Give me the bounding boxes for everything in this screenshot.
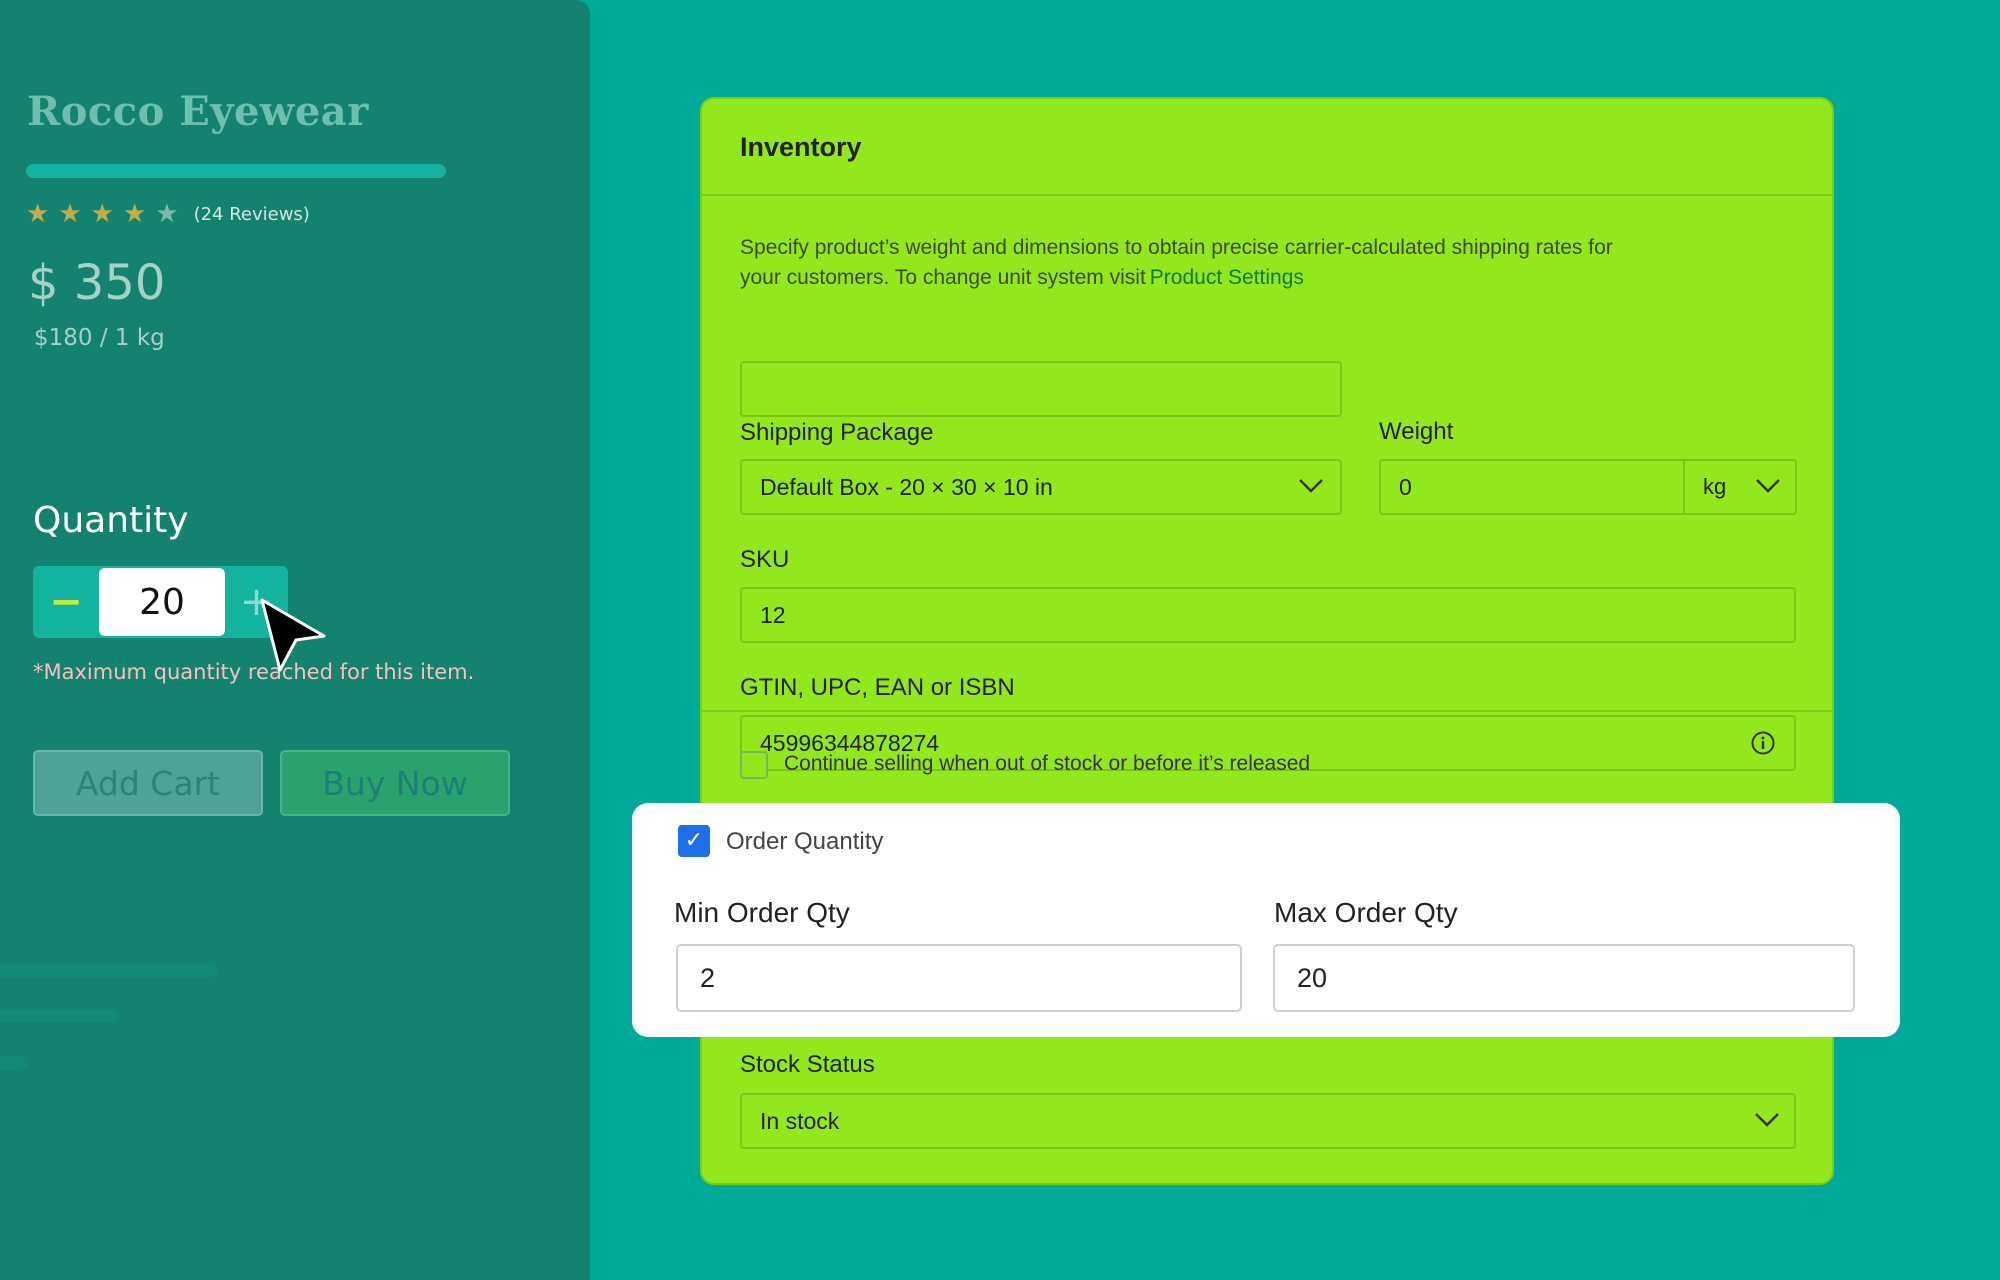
check-icon: ✓ xyxy=(684,828,704,853)
continue-selling-checkbox[interactable] xyxy=(740,751,768,779)
chevron-down-icon xyxy=(1299,479,1323,493)
order-quantity-panel: ✓ Order Quantity Min Order Qty 2 Max Ord… xyxy=(632,803,1900,1037)
continue-selling-label: Continue selling when out of stock or be… xyxy=(784,752,1311,775)
min-order-qty-input[interactable]: 2 xyxy=(676,944,1242,1012)
product-rating: ★ ★ ★ ★ ★ (24 Reviews) xyxy=(26,200,310,228)
divider xyxy=(702,194,1832,196)
max-quantity-message: *Maximum quantity reached for this item. xyxy=(33,660,475,684)
shipping-package-label: Shipping Package xyxy=(740,419,934,446)
sku-input[interactable]: 12 xyxy=(740,587,1796,643)
quantity-stepper: − 20 + xyxy=(33,566,288,638)
placeholder-line xyxy=(0,964,218,977)
placeholder-line xyxy=(0,1009,120,1022)
inventory-description: Specify product’s weight and dimensions … xyxy=(740,233,1640,293)
sku-label: SKU xyxy=(740,546,790,573)
shipping-package-value: Default Box - 20 × 30 × 10 in xyxy=(760,473,1053,500)
order-quantity-checkbox[interactable]: ✓ xyxy=(678,825,710,857)
chevron-down-icon xyxy=(1755,1113,1779,1127)
star-icon: ★ xyxy=(90,199,114,229)
placeholder-spacer xyxy=(740,361,1342,417)
quantity-input[interactable]: 20 xyxy=(99,568,225,636)
inventory-title: Inventory xyxy=(740,132,862,162)
weight-label: Weight xyxy=(1379,418,1454,445)
product-settings-link[interactable]: Product Settings xyxy=(1150,266,1304,289)
weight-field: 0 kg xyxy=(1379,459,1797,515)
brand-underline-bar xyxy=(26,164,446,178)
max-order-qty-label: Max Order Qty xyxy=(1274,897,1458,928)
chevron-down-icon[interactable] xyxy=(1755,478,1781,494)
unit-price: $180 / 1 kg xyxy=(34,325,165,351)
decrement-button[interactable]: − xyxy=(33,566,99,638)
max-order-qty-input[interactable]: 20 xyxy=(1273,944,1855,1012)
min-order-qty-label: Min Order Qty xyxy=(674,897,850,928)
min-order-qty-value: 2 xyxy=(700,962,716,993)
divider xyxy=(702,710,1832,712)
weight-input[interactable]: 0 xyxy=(1399,474,1412,501)
star-icon: ★ xyxy=(155,199,179,229)
product-brand: Rocco Eyewear xyxy=(27,88,369,135)
add-cart-button[interactable]: Add Cart xyxy=(33,750,263,816)
order-quantity-label: Order Quantity xyxy=(726,828,884,855)
stock-status-select[interactable]: In stock xyxy=(740,1093,1796,1149)
mouse-pointer-icon xyxy=(260,598,326,672)
star-icon: ★ xyxy=(26,199,50,229)
sku-value: 12 xyxy=(760,601,786,628)
product-price: $ 350 xyxy=(28,255,166,311)
stock-status-label: Stock Status xyxy=(740,1051,875,1078)
info-icon[interactable] xyxy=(1750,730,1776,756)
gtin-label: GTIN, UPC, EAN or ISBN xyxy=(740,674,1015,701)
weight-unit-select[interactable]: kg xyxy=(1703,461,1726,513)
stock-status-value: In stock xyxy=(760,1107,840,1134)
quantity-label: Quantity xyxy=(33,500,189,541)
max-order-qty-value: 20 xyxy=(1297,962,1328,993)
review-count[interactable]: (24 Reviews) xyxy=(194,204,310,225)
star-icon: ★ xyxy=(58,199,82,229)
buy-now-button[interactable]: Buy Now xyxy=(280,750,510,816)
star-icon: ★ xyxy=(122,199,147,229)
placeholder-line xyxy=(0,1056,28,1069)
shipping-package-select[interactable]: Default Box - 20 × 30 × 10 in xyxy=(740,459,1342,515)
weight-separator xyxy=(1683,461,1685,513)
